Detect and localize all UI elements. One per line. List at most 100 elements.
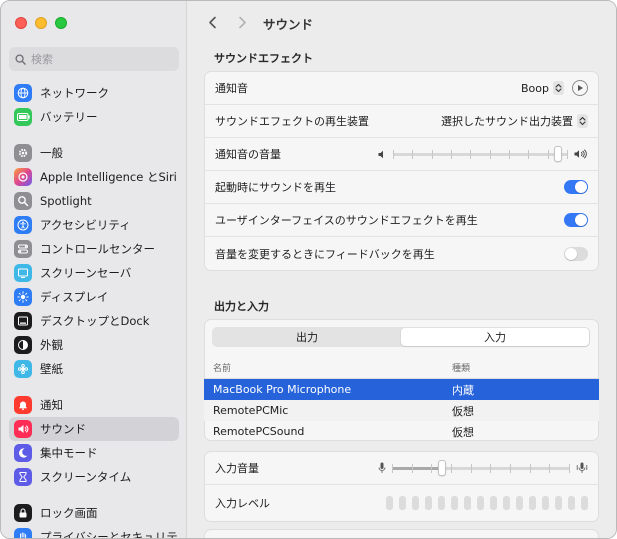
alert-sound-popup[interactable]: Boop <box>521 82 549 95</box>
input-level-row: 入力レベル <box>205 485 598 521</box>
sidebar-item-privacy-security[interactable]: プライバシーとセキュリティ <box>9 525 179 539</box>
page-title: サウンド <box>263 17 314 32</box>
output-device-label: サウンドエフェクトの再生装置 <box>215 115 369 128</box>
globe-icon <box>14 84 32 102</box>
bell-icon <box>14 396 32 414</box>
input-level-meter <box>386 496 588 510</box>
siri-icon <box>14 168 32 186</box>
accessibility-icon <box>14 216 32 234</box>
sidebar-item-lock-screen[interactable]: ロック画面 <box>9 501 179 525</box>
feedback-toggle[interactable] <box>564 246 588 261</box>
sidebar-item-screen-time[interactable]: スクリーンタイム <box>9 465 179 489</box>
level-bar <box>542 496 549 510</box>
wallpaper-icon <box>14 360 32 378</box>
settings-window: ネットワーク バッテリー 一般 Apple Intelligence とSiri <box>0 0 617 539</box>
sidebar-list: ネットワーク バッテリー 一般 Apple Intelligence とSiri <box>9 81 179 539</box>
table-row[interactable]: MacBook Pro Microphone 内蔵 <box>204 379 599 400</box>
sidebar-item-sound[interactable]: サウンド <box>9 417 179 441</box>
chevron-left-icon <box>208 16 216 28</box>
level-bar <box>464 496 471 510</box>
alert-volume-thumb[interactable] <box>553 146 562 162</box>
sidebar-item-label: ネットワーク <box>40 86 109 100</box>
microphone-high-icon <box>576 462 588 473</box>
level-bar <box>516 496 523 510</box>
sidebar-item-label: バッテリー <box>40 110 98 124</box>
tab-input[interactable]: 入力 <box>401 328 589 346</box>
sidebar-item-notifications[interactable]: 通知 <box>9 393 179 417</box>
column-header-name[interactable]: 名前 <box>204 361 452 374</box>
updown-chevron-icon[interactable] <box>553 81 564 95</box>
main-pane: サウンド サウンドエフェクト 通知音 Boop サウンドエフェクトの再生装置 選… <box>188 1 616 538</box>
sidebar-item-desktop-dock[interactable]: デスクトップとDock <box>9 309 179 333</box>
sidebar-item-accessibility[interactable]: アクセシビリティ <box>9 213 179 237</box>
sidebar-item-focus[interactable]: 集中モード <box>9 441 179 465</box>
speaker-low-icon <box>378 150 383 158</box>
sidebar-item-label: 集中モード <box>40 446 98 460</box>
sidebar-item-general[interactable]: 一般 <box>9 141 179 165</box>
search-input[interactable] <box>31 52 171 66</box>
sidebar-item-displays[interactable]: ディスプレイ <box>9 285 179 309</box>
output-device-popup[interactable]: 選択したサウンド出力装置 <box>441 113 573 129</box>
level-bar <box>555 496 562 510</box>
device-type: 仮想 <box>452 404 474 418</box>
zoom-window-button[interactable] <box>55 17 67 29</box>
sidebar-item-label: 通知 <box>40 398 63 412</box>
table-row[interactable]: RemotePCSound 仮想 <box>204 421 599 442</box>
sidebar-item-battery[interactable]: バッテリー <box>9 105 179 129</box>
sound-effects-card: 通知音 Boop サウンドエフェクトの再生装置 選択したサウンド出力装置 通知音… <box>204 71 599 271</box>
device-type: 内蔵 <box>452 383 474 397</box>
search-field[interactable] <box>9 47 179 71</box>
sidebar-item-label: Apple Intelligence とSiri <box>40 170 177 184</box>
hourglass-icon <box>14 468 32 486</box>
feedback-row: 音量を変更するときにフィードバックを再生 <box>205 237 598 270</box>
sidebar-item-label: プライバシーとセキュリティ <box>40 530 179 539</box>
alert-volume-label: 通知音の音量 <box>215 148 281 161</box>
sidebar-item-network[interactable]: ネットワーク <box>9 81 179 105</box>
sidebar-item-label: コントロールセンター <box>40 242 155 256</box>
level-bar <box>451 496 458 510</box>
sidebar-item-spotlight[interactable]: Spotlight <box>9 189 179 213</box>
sidebar-item-label: 一般 <box>40 146 63 160</box>
appearance-icon <box>14 336 32 354</box>
level-bar <box>568 496 575 510</box>
sidebar-item-control-center[interactable]: コントロールセンター <box>9 237 179 261</box>
input-volume-slider[interactable] <box>392 460 570 476</box>
alert-sound-label: 通知音 <box>215 82 248 95</box>
sidebar-item-apple-intelligence[interactable]: Apple Intelligence とSiri <box>9 165 179 189</box>
device-type: 仮想 <box>452 425 474 439</box>
dock-icon <box>14 312 32 330</box>
next-card <box>204 529 599 538</box>
sidebar-item-wallpaper[interactable]: 壁紙 <box>9 357 179 381</box>
table-row[interactable]: RemotePCMic 仮想 <box>204 400 599 421</box>
sidebar-item-screensaver[interactable]: スクリーンセーバ <box>9 261 179 285</box>
device-table-header: 名前 種類 <box>204 357 599 379</box>
chevron-right-icon <box>238 16 246 28</box>
sidebar-item-appearance[interactable]: 外観 <box>9 333 179 357</box>
startup-sound-toggle[interactable] <box>564 180 588 194</box>
column-header-type[interactable]: 種類 <box>452 361 599 374</box>
updown-chevron-icon[interactable] <box>577 114 588 128</box>
section-title-sound-effects: サウンドエフェクト <box>214 52 313 65</box>
magnifier-icon <box>14 192 32 210</box>
speaker-high-icon <box>574 149 587 159</box>
alert-volume-slider[interactable] <box>393 146 568 162</box>
input-level-label: 入力レベル <box>215 497 270 510</box>
sidebar-item-label: ロック画面 <box>40 506 98 520</box>
alert-volume-row: 通知音の音量 <box>205 138 598 171</box>
minimize-window-button[interactable] <box>35 17 47 29</box>
input-volume-label: 入力音量 <box>215 462 259 475</box>
tab-output[interactable]: 出力 <box>213 328 401 346</box>
ui-sound-toggle[interactable] <box>564 213 588 227</box>
alert-sound-row: 通知音 Boop <box>205 72 598 105</box>
back-button[interactable] <box>203 13 221 31</box>
play-icon <box>578 85 583 91</box>
sidebar-item-label: Spotlight <box>40 194 92 208</box>
input-volume-thumb[interactable] <box>437 460 446 476</box>
input-levels-card: 入力音量 入力レベル <box>204 451 599 522</box>
output-input-segmented-control: 出力 入力 <box>212 327 590 347</box>
speaker-icon <box>14 420 32 438</box>
forward-button[interactable] <box>233 13 251 31</box>
feedback-label: 音量を変更するときにフィードバックを再生 <box>215 247 435 261</box>
close-window-button[interactable] <box>15 17 27 29</box>
play-sound-button[interactable] <box>572 80 588 96</box>
